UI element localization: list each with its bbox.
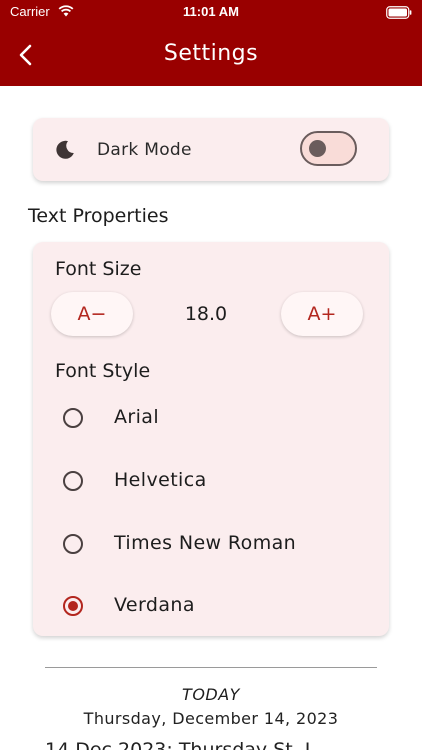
font-option-times-new-roman[interactable]: Times New Roman bbox=[33, 519, 389, 569]
text-properties-card: Font Size A− 18.0 A+ Font Style Arial He… bbox=[33, 242, 389, 636]
font-option-arial[interactable]: Arial bbox=[33, 393, 389, 443]
moon-icon bbox=[56, 140, 74, 159]
font-option-verdana[interactable]: Verdana bbox=[33, 581, 389, 631]
today-label: TODAY bbox=[182, 685, 240, 704]
status-bar: Carrier 11:01 AM bbox=[0, 0, 422, 26]
dark-mode-label: Dark Mode bbox=[97, 140, 192, 160]
page-title: Settings bbox=[163, 41, 259, 66]
radio-button[interactable] bbox=[63, 534, 83, 554]
font-option-helvetica[interactable]: Helvetica bbox=[33, 456, 389, 506]
text-properties-title: Text Properties bbox=[28, 205, 169, 227]
font-size-label: Font Size bbox=[55, 258, 142, 280]
decrease-font-button[interactable]: A− bbox=[51, 292, 133, 336]
toggle-knob bbox=[309, 140, 326, 157]
radio-button[interactable] bbox=[63, 471, 83, 491]
font-style-label: Font Style bbox=[55, 360, 151, 382]
increase-font-button[interactable]: A+ bbox=[281, 292, 363, 336]
divider bbox=[45, 667, 377, 668]
font-option-label: Verdana bbox=[114, 594, 195, 616]
font-size-value: 18.0 bbox=[184, 303, 228, 325]
font-option-label: Times New Roman bbox=[114, 532, 297, 554]
font-option-label: Helvetica bbox=[114, 469, 207, 491]
dark-mode-card: Dark Mode bbox=[33, 118, 389, 181]
status-time: 11:01 AM bbox=[183, 4, 239, 19]
font-option-label: Arial bbox=[114, 406, 160, 428]
saint-of-day-text: 14 Dec 2023: Thursday St. J... bbox=[45, 739, 329, 750]
dark-mode-toggle[interactable] bbox=[300, 131, 357, 166]
radio-button-selected[interactable] bbox=[63, 596, 83, 616]
radio-button[interactable] bbox=[63, 408, 83, 428]
battery-icon bbox=[386, 6, 412, 19]
nav-bar: Settings bbox=[0, 26, 422, 86]
current-date: Thursday, December 14, 2023 bbox=[83, 709, 339, 728]
